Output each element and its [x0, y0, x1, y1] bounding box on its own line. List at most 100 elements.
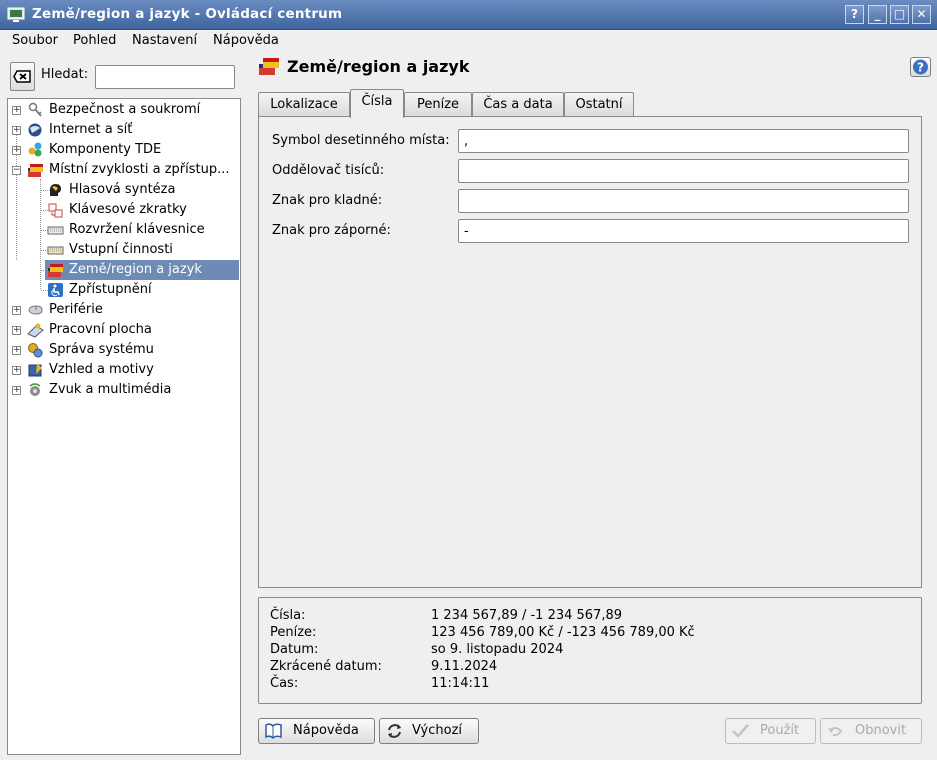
- tree-item-speech[interactable]: Hlasová syntéza: [8, 180, 240, 200]
- tree-item-label: Země/region a jazyk: [66, 260, 205, 280]
- tree-item-label: Internet a síť: [49, 122, 133, 137]
- flags-icon: [28, 164, 43, 177]
- tree-item-regional[interactable]: − Místní zvyklosti a zpřístup...: [8, 160, 240, 180]
- tree-item-internet[interactable]: + Internet a síť: [8, 120, 240, 140]
- shortcuts-icon: [48, 203, 63, 218]
- tree-item-label: Komponenty TDE: [49, 142, 162, 157]
- preview-value: 123 456 789,00 Kč / -123 456 789,00 Kč: [431, 625, 695, 640]
- tree-item-security[interactable]: + Bezpečnost a soukromí: [8, 100, 240, 120]
- svg-text:?: ?: [917, 61, 924, 75]
- preview-label: Datum:: [270, 642, 319, 657]
- tab-label: Peníze: [416, 97, 460, 112]
- preview-label: Čas:: [270, 676, 299, 691]
- tree-item-keyboard-layout[interactable]: Rozvržení klávesnice: [8, 220, 240, 240]
- speech-icon: [50, 184, 61, 196]
- window-maximize-button[interactable]: □: [890, 5, 909, 24]
- sound-icon: [29, 383, 41, 396]
- title-bar[interactable]: Země/region a jazyk - Ovládací centrum ?…: [0, 0, 937, 30]
- tree-item-label: Místní zvyklosti a zpřístup...: [49, 162, 230, 177]
- menu-settings[interactable]: Nastavení: [132, 33, 197, 48]
- keyboard-icon: [47, 226, 64, 235]
- tree-item-label: Správa systému: [49, 342, 154, 357]
- keys-icon: [28, 102, 42, 117]
- search-input[interactable]: [95, 65, 235, 89]
- flags-icon: [48, 264, 63, 277]
- window-help-button[interactable]: ?: [845, 5, 864, 24]
- tree-item-label: Hlasová syntéza: [69, 182, 176, 197]
- module-tree[interactable]: + Bezpečnost a soukromí + Internet a síť…: [7, 98, 241, 755]
- tree-item-system[interactable]: + Správa systému: [8, 340, 240, 360]
- undo-icon: [828, 727, 843, 737]
- help-book-icon: [265, 723, 282, 740]
- reset-button[interactable]: Obnovit: [820, 718, 922, 744]
- tree-item-peripherals[interactable]: + Periférie: [8, 300, 240, 320]
- tree-item-label: Klávesové zkratky: [69, 202, 187, 217]
- menu-view[interactable]: Pohled: [73, 33, 116, 48]
- mouse-icon: [28, 305, 43, 315]
- preview-label: Zkrácené datum:: [270, 659, 382, 674]
- tree-item-label: Pracovní plocha: [49, 322, 152, 337]
- tree-item-country-language[interactable]: Země/region a jazyk: [8, 260, 240, 280]
- tree-item-desktop[interactable]: + Pracovní plocha: [8, 320, 240, 340]
- accessibility-icon: [48, 283, 63, 297]
- negative-sign-label: Znak pro záporné:: [272, 223, 391, 238]
- globe-icon: [28, 123, 42, 137]
- menu-bar: Soubor Pohled Nastavení Nápověda: [0, 31, 937, 53]
- whats-this-button[interactable]: ?: [910, 57, 931, 77]
- thousands-separator-label: Oddělovač tisíců:: [272, 163, 385, 178]
- defaults-button[interactable]: Výchozí: [379, 718, 479, 744]
- apply-button[interactable]: Použít: [725, 718, 816, 744]
- tab-label: Ostatní: [575, 97, 623, 112]
- tree-item-shortcuts[interactable]: Klávesové zkratky: [8, 200, 240, 220]
- preview-value: so 9. listopadu 2024: [431, 642, 564, 657]
- preview-label: Čísla:: [270, 608, 306, 623]
- negative-sign-input[interactable]: [458, 219, 909, 243]
- apply-button-label: Použít: [760, 723, 800, 738]
- preview-label: Peníze:: [270, 625, 317, 640]
- tree-item-input-actions[interactable]: Vstupní činnosti: [8, 240, 240, 260]
- tab-localization[interactable]: Lokalizace: [258, 92, 350, 117]
- clear-search-icon: [13, 70, 31, 83]
- appearance-icon: [28, 363, 42, 377]
- tree-item-label: Vzhled a motivy: [49, 362, 154, 377]
- tree-item-accessibility[interactable]: Zpřístupnění: [8, 280, 240, 300]
- tab-time-date[interactable]: Čas a data: [472, 92, 564, 117]
- components-icon: [28, 142, 42, 157]
- flags-icon: [259, 58, 279, 75]
- page-title: Země/region a jazyk: [287, 57, 470, 76]
- tree-item-label: Vstupní činnosti: [69, 242, 173, 257]
- positive-sign-label: Znak pro kladné:: [272, 193, 383, 208]
- reset-button-label: Obnovit: [855, 723, 907, 738]
- keyboard-icon: [47, 246, 64, 255]
- tree-item-appearance[interactable]: + Vzhled a motivy: [8, 360, 240, 380]
- decimal-symbol-input[interactable]: [458, 129, 909, 153]
- tab-money[interactable]: Peníze: [404, 92, 472, 117]
- preview-value: 1 234 567,89 / -1 234 567,89: [431, 608, 623, 623]
- reload-icon: [388, 724, 401, 738]
- defaults-button-label: Výchozí: [412, 723, 463, 738]
- clear-search-button[interactable]: [10, 62, 35, 91]
- control-center-window: Země/region a jazyk - Ovládací centrum ?…: [0, 0, 937, 760]
- menu-help[interactable]: Nápověda: [213, 33, 279, 48]
- help-button-label: Nápověda: [293, 723, 359, 738]
- thousands-separator-input[interactable]: [458, 159, 909, 183]
- positive-sign-input[interactable]: [458, 189, 909, 213]
- tab-label: Čas a data: [483, 97, 553, 112]
- tab-other[interactable]: Ostatní: [564, 92, 634, 117]
- menu-file[interactable]: Soubor: [12, 33, 58, 48]
- checkmark-icon: [732, 724, 749, 738]
- desktop-icon: [27, 323, 44, 338]
- tab-label: Lokalizace: [270, 97, 338, 112]
- window-close-button[interactable]: ✕: [912, 5, 931, 24]
- help-button[interactable]: Nápověda: [258, 718, 375, 744]
- system-icon: [28, 343, 43, 358]
- preview-value: 11:14:11: [431, 676, 490, 691]
- control-center-icon: [7, 7, 25, 22]
- search-label: Hledat:: [41, 67, 89, 82]
- tree-item-sound[interactable]: + Zvuk a multimédia: [8, 380, 240, 400]
- tree-item-label: Bezpečnost a soukromí: [49, 102, 201, 117]
- window-minimize-button[interactable]: _: [868, 5, 887, 24]
- tab-numbers[interactable]: Čísla: [350, 89, 404, 118]
- tree-item-components[interactable]: + Komponenty TDE: [8, 140, 240, 160]
- tab-label: Čísla: [361, 94, 393, 109]
